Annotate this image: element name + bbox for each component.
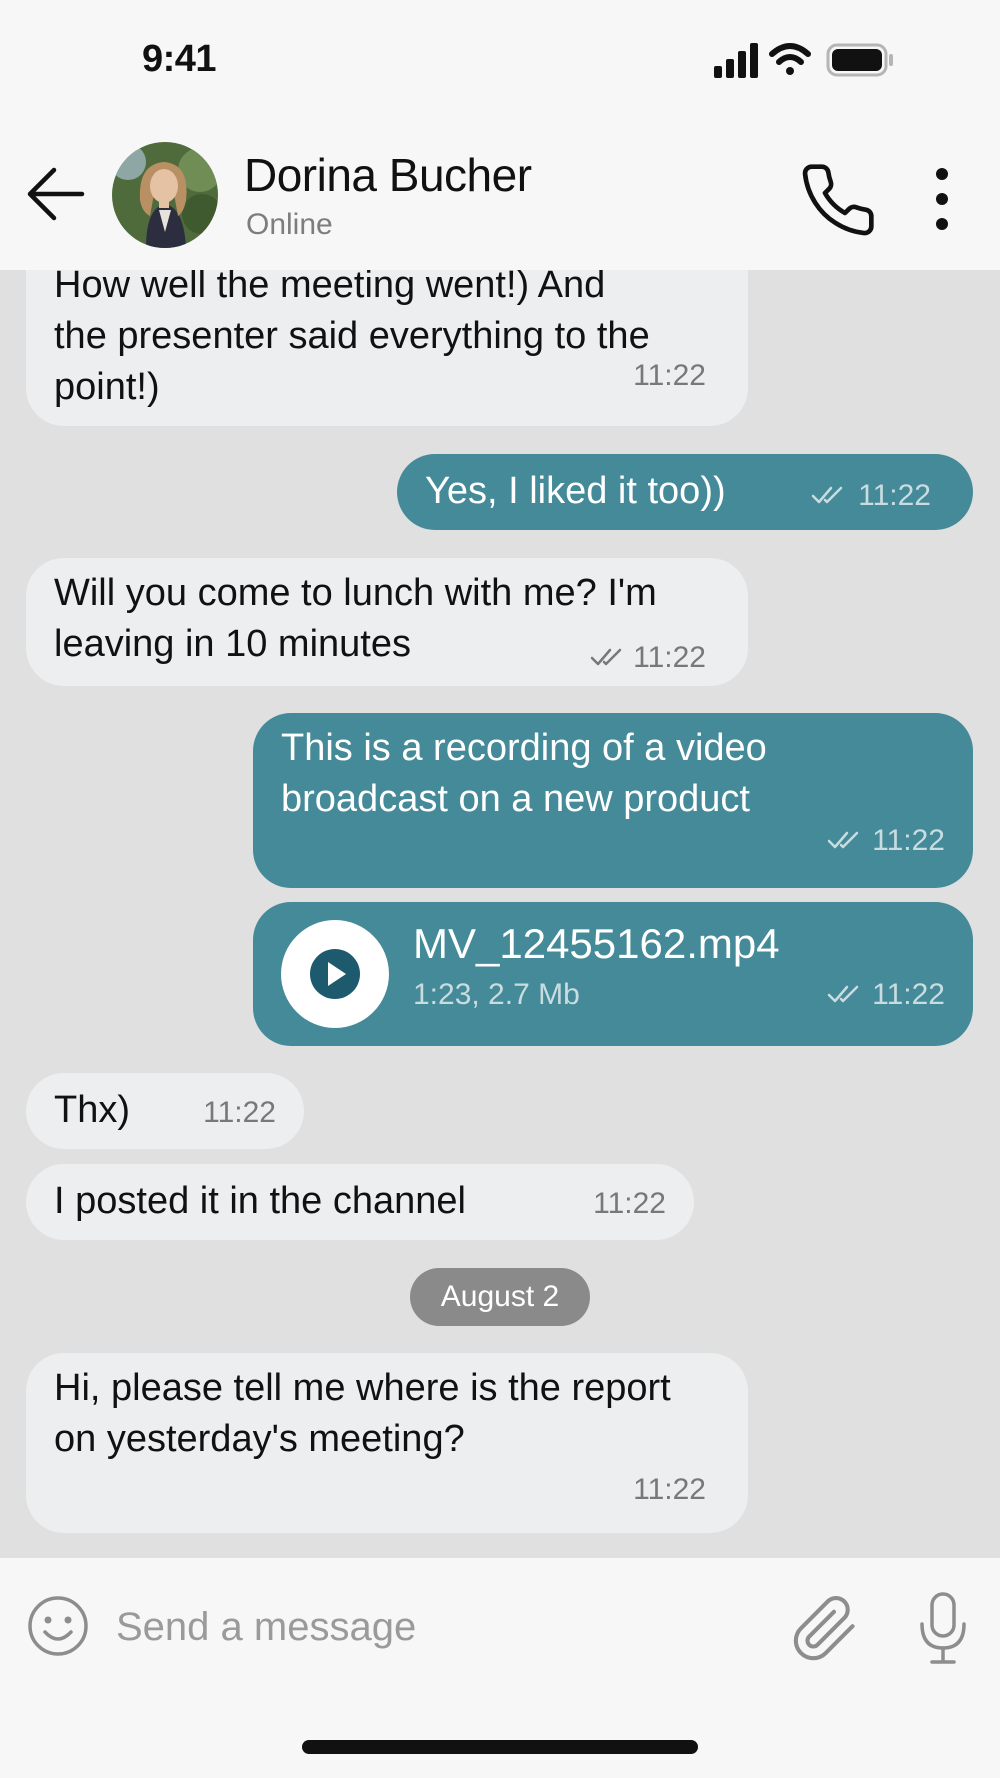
- message-bubble-incoming[interactable]: How well the meeting went!) And the pres…: [26, 270, 748, 426]
- message-text: Yes, I liked it too)): [425, 470, 726, 512]
- message-time: 11:22: [203, 1096, 276, 1129]
- avatar[interactable]: [112, 142, 218, 248]
- message-bubble-outgoing[interactable]: Yes, I liked it too)) 11:22: [397, 454, 973, 530]
- battery-icon: [826, 43, 893, 77]
- message-text: Will you come to lunch with me? I'm leav…: [54, 572, 657, 665]
- wifi-icon: [769, 43, 811, 75]
- message-time: 11:22: [633, 1473, 706, 1506]
- message-bubble-incoming[interactable]: I posted it in the channel 11:22: [26, 1164, 694, 1240]
- message-text: This is a recording of a video broadcast…: [281, 727, 767, 820]
- message-composer: [0, 1558, 1000, 1778]
- date-separator: August 2: [410, 1268, 590, 1326]
- contact-status: Online: [246, 208, 333, 241]
- message-list[interactable]: How well the meeting went!) And the pres…: [0, 270, 1000, 1558]
- message-text: How well the meeting went!) And the pres…: [54, 270, 650, 408]
- message-text: I posted it in the channel: [54, 1180, 466, 1222]
- message-time: 11:22: [593, 1187, 666, 1220]
- double-check-icon: [827, 831, 859, 849]
- double-check-icon: [590, 648, 622, 666]
- file-message-bubble[interactable]: MV_12455162.mp4 1:23, 2.7 Mb 11:22: [253, 902, 973, 1046]
- message-time: 11:22: [872, 824, 945, 857]
- message-input[interactable]: [116, 1592, 756, 1662]
- message-bubble-incoming[interactable]: Thx) 11:22: [26, 1073, 304, 1149]
- status-icons: [714, 43, 893, 78]
- chat-header: Dorina Bucher Online: [0, 118, 1000, 270]
- contact-name[interactable]: Dorina Bucher: [244, 148, 532, 202]
- status-bar: 9:41: [0, 0, 1000, 118]
- message-bubble-outgoing[interactable]: This is a recording of a video broadcast…: [253, 713, 973, 888]
- message-text: Thx): [54, 1089, 130, 1131]
- microphone-icon[interactable]: [914, 1590, 972, 1666]
- back-arrow-icon[interactable]: [24, 162, 88, 226]
- play-icon: [310, 949, 360, 999]
- message-time: 11:22: [633, 359, 706, 392]
- message-time: 11:22: [872, 978, 945, 1011]
- file-name: MV_12455162.mp4: [413, 920, 780, 967]
- message-time: 11:22: [858, 479, 931, 512]
- message-bubble-incoming[interactable]: Will you come to lunch with me? I'm leav…: [26, 558, 748, 686]
- smile-icon[interactable]: [26, 1594, 90, 1658]
- double-check-icon: [811, 486, 843, 504]
- double-check-icon: [827, 985, 859, 1003]
- cellular-signal-icon: [714, 43, 758, 78]
- phone-icon[interactable]: [798, 160, 878, 240]
- status-time: 9:41: [142, 38, 217, 80]
- message-text: Hi, please tell me where is the report o…: [54, 1367, 671, 1460]
- more-vertical-icon[interactable]: [918, 164, 966, 234]
- play-button[interactable]: [281, 920, 389, 1028]
- message-bubble-incoming[interactable]: Hi, please tell me where is the report o…: [26, 1353, 748, 1533]
- file-info: 1:23, 2.7 Mb: [413, 978, 580, 1011]
- home-indicator[interactable]: [302, 1740, 698, 1754]
- paperclip-icon[interactable]: [790, 1594, 860, 1664]
- message-time: 11:22: [633, 641, 706, 674]
